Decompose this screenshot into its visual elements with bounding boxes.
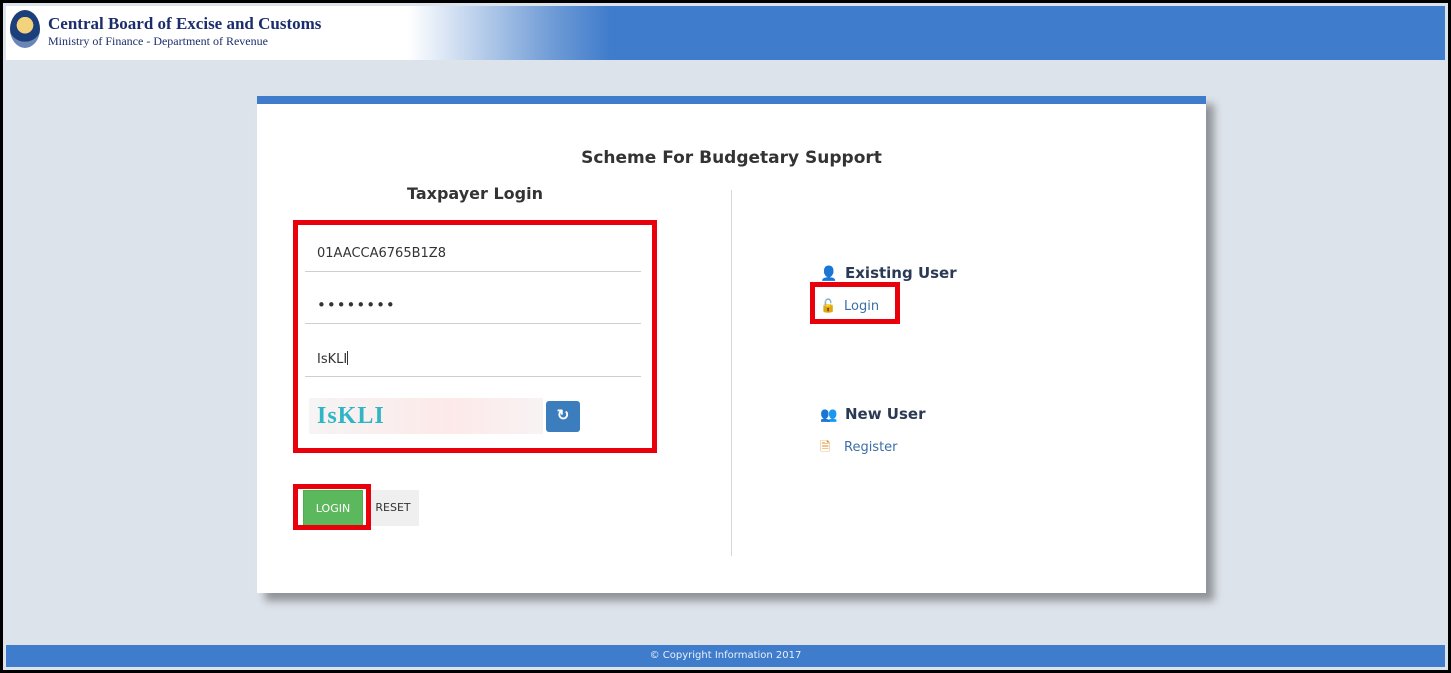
column-divider [731, 190, 732, 556]
form-highlight-box [293, 220, 657, 453]
national-emblem-icon [10, 10, 40, 48]
taxpayer-login-title: Taxpayer Login [407, 184, 543, 203]
site-header: Central Board of Excise and Customs Mini… [6, 6, 1445, 60]
copyright-text: © Copyright Information 2017 [649, 650, 802, 661]
login-card: Scheme For Budgetary Support Taxpayer Lo… [257, 96, 1206, 593]
register-link-label: Register [844, 440, 898, 455]
existing-user-label: Existing User [845, 264, 957, 282]
add-user-icon: 👥 [820, 407, 838, 423]
site-title: Central Board of Excise and Customs [48, 14, 322, 33]
reset-button[interactable]: RESET [367, 490, 419, 526]
scheme-title: Scheme For Budgetary Support [581, 148, 882, 168]
user-icon: 👤 [820, 266, 838, 282]
existing-user-heading: 👤 Existing User [820, 264, 957, 282]
login-link-highlight-box [810, 282, 900, 324]
login-button-highlight-box [293, 484, 371, 530]
document-icon: 🗎 [820, 440, 831, 455]
new-user-heading: 👥 New User [820, 405, 926, 423]
page-frame: Central Board of Excise and Customs Mini… [0, 0, 1451, 673]
register-link[interactable]: 🗎 Register [820, 438, 898, 460]
site-footer: © Copyright Information 2017 [6, 645, 1445, 667]
new-user-label: New User [845, 405, 926, 423]
site-subtitle: Ministry of Finance - Department of Reve… [48, 34, 268, 48]
